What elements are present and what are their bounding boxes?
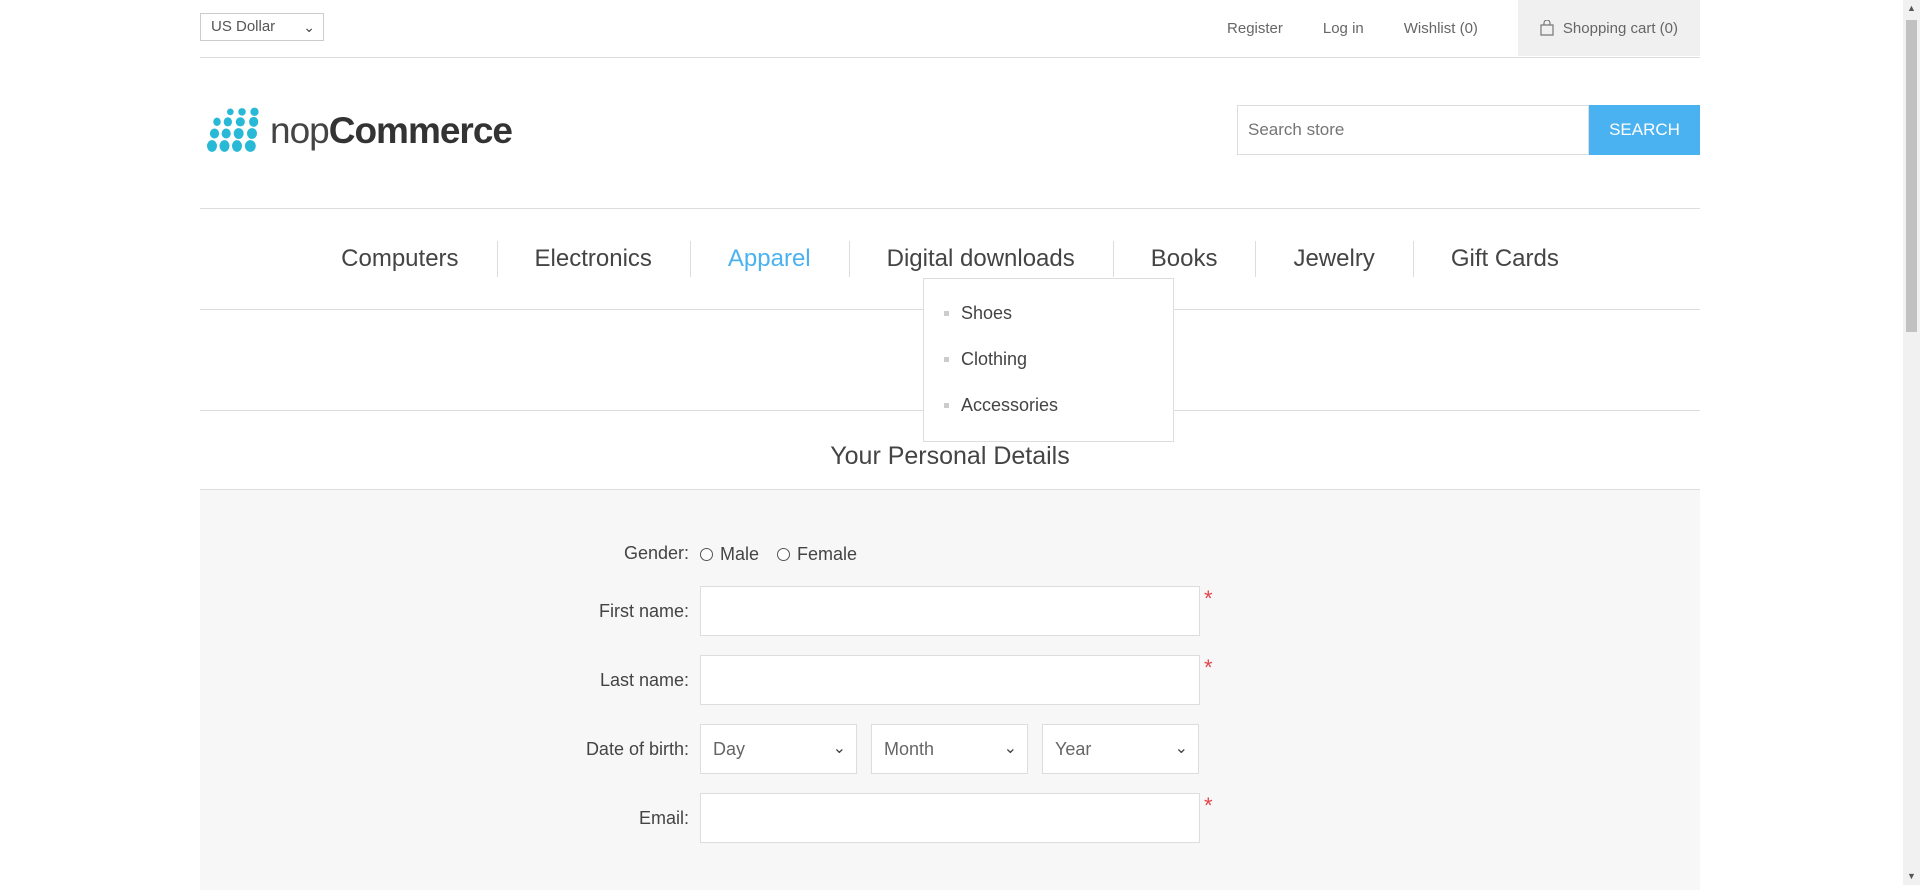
- logo-text: nopCommerce: [270, 110, 513, 152]
- required-marker: *: [1204, 793, 1213, 818]
- first-name-label: First name:: [598, 600, 689, 621]
- registration-form: Gender: Male Female First name: * Last n…: [200, 490, 1700, 890]
- birth-month-value: Month: [884, 739, 935, 759]
- menu-item-jewelry[interactable]: Jewelry: [1255, 241, 1412, 277]
- currency-selector[interactable]: US Dollar ⌄: [200, 13, 324, 41]
- bullet-icon: [944, 310, 949, 316]
- scrollbar-thumb[interactable]: [1906, 20, 1917, 332]
- menu-item-gift-cards[interactable]: Gift Cards: [1412, 241, 1597, 277]
- scroll-up-arrow-icon[interactable]: ▲: [1903, 0, 1920, 17]
- last-name-label: Last name:: [599, 669, 689, 690]
- vertical-scrollbar[interactable]: ▲ ▼: [1903, 0, 1920, 885]
- birth-year-select[interactable]: Year ⌄: [1042, 724, 1199, 774]
- gender-label: Gender:: [623, 542, 689, 563]
- birth-month-select[interactable]: Month ⌄: [871, 724, 1028, 774]
- scroll-down-arrow-icon[interactable]: ▼: [1903, 868, 1920, 885]
- gender-row: Gender: Male Female: [200, 538, 1700, 568]
- gender-male-label[interactable]: Male: [720, 544, 759, 565]
- header-upper: US Dollar ⌄ Register Log in Wishlist (0)…: [200, 0, 1700, 58]
- menu-item-computers[interactable]: Computers: [303, 245, 496, 273]
- first-name-row: First name: *: [200, 586, 1700, 636]
- email-input[interactable]: [700, 793, 1200, 843]
- chevron-down-icon: ⌄: [1003, 740, 1017, 757]
- currency-value: US Dollar: [211, 18, 276, 35]
- chevron-down-icon: ⌄: [832, 740, 846, 757]
- apparel-submenu: Shoes Clothing Accessories: [923, 278, 1174, 442]
- search-box: Search: [1237, 105, 1700, 155]
- gender-male-radio[interactable]: [700, 548, 713, 561]
- menu-item-books[interactable]: Books: [1112, 241, 1256, 277]
- bullet-icon: [944, 356, 949, 362]
- gender-female-radio[interactable]: [777, 548, 791, 561]
- required-marker: *: [1204, 586, 1213, 611]
- search-button[interactable]: Search: [1589, 105, 1700, 155]
- search-input[interactable]: [1237, 105, 1589, 155]
- logo-text-light: nop: [270, 110, 330, 151]
- submenu-item-label: Accessories: [961, 394, 1059, 415]
- submenu-item-clothing[interactable]: Clothing: [924, 336, 1173, 382]
- first-name-input[interactable]: [700, 586, 1200, 636]
- cart-label: Shopping cart (0): [1562, 19, 1678, 37]
- register-link[interactable]: Register: [1227, 20, 1283, 37]
- last-name-row: Last name: *: [200, 655, 1700, 705]
- bullet-icon: [944, 402, 949, 408]
- chevron-down-icon: ⌄: [1174, 740, 1188, 757]
- submenu-item-accessories[interactable]: Accessories: [924, 382, 1173, 428]
- menu-item-apparel[interactable]: Apparel: [689, 241, 849, 277]
- date-of-birth-row: Date of birth: Day ⌄ Month ⌄ Year ⌄: [200, 724, 1700, 774]
- email-row: Email: *: [200, 793, 1700, 843]
- birth-year-value: Year: [1055, 739, 1092, 759]
- header-links: Register Log in Wishlist (0) Shopping ca…: [1227, 0, 1700, 56]
- logo-dots-icon: [207, 107, 259, 152]
- submenu-item-shoes[interactable]: Shoes: [924, 290, 1173, 336]
- submenu-item-label: Shoes: [961, 302, 1013, 323]
- store-logo[interactable]: nopCommerce: [202, 102, 513, 160]
- date-of-birth-label: Date of birth:: [585, 738, 689, 759]
- chevron-down-icon: ⌄: [303, 19, 315, 35]
- birth-day-select[interactable]: Day ⌄: [700, 724, 857, 774]
- submenu-item-label: Clothing: [961, 348, 1028, 369]
- shopping-cart-link[interactable]: Shopping cart (0): [1517, 0, 1700, 56]
- login-link[interactable]: Log in: [1323, 20, 1364, 37]
- menu-item-digital-downloads[interactable]: Digital downloads: [848, 241, 1113, 277]
- last-name-input[interactable]: [700, 655, 1200, 705]
- email-label: Email:: [638, 807, 689, 828]
- required-marker: *: [1204, 655, 1213, 680]
- shopping-bag-icon: [1540, 20, 1554, 36]
- birth-day-value: Day: [713, 739, 746, 759]
- gender-female-label[interactable]: Female: [797, 544, 857, 565]
- menu-item-electronics[interactable]: Electronics: [496, 241, 690, 277]
- logo-text-bold: Commerce: [328, 110, 513, 151]
- wishlist-link[interactable]: Wishlist (0): [1404, 20, 1478, 37]
